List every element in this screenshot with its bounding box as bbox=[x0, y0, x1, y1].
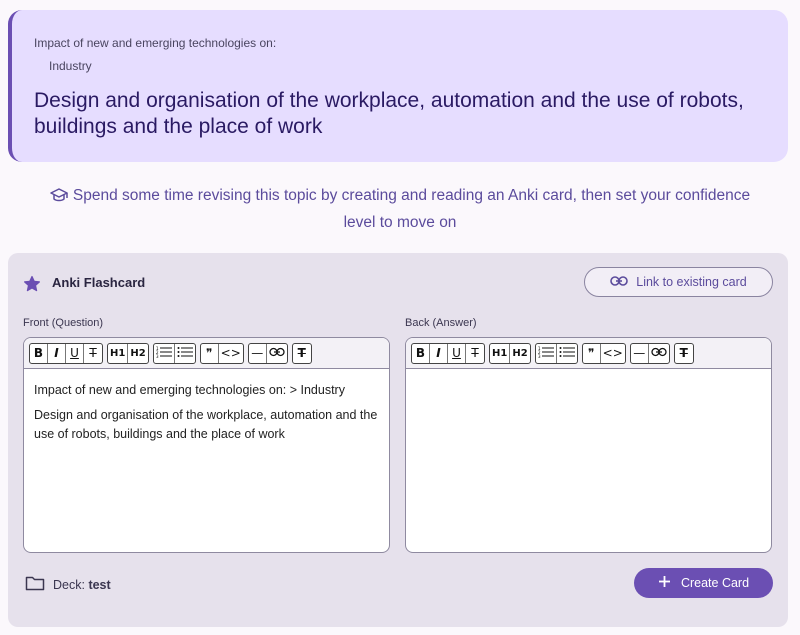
panel-title: Anki Flashcard bbox=[52, 275, 146, 290]
bold-button[interactable]: B bbox=[30, 343, 48, 363]
link-icon bbox=[651, 346, 667, 360]
insert-link-button[interactable] bbox=[267, 344, 287, 363]
back-editor[interactable]: B I U T H1 H2 123 ❞ <> — T bbox=[405, 337, 772, 553]
heading2-button[interactable]: H2 bbox=[510, 344, 529, 363]
clear-format-button[interactable]: T bbox=[675, 344, 693, 363]
bullet-list-button[interactable] bbox=[557, 344, 577, 363]
front-editor[interactable]: B I U T H1 H2 123 ❞ <> — T Impact of new… bbox=[23, 337, 390, 553]
heading2-button[interactable]: H2 bbox=[128, 344, 147, 363]
ordered-list-button[interactable]: 123 bbox=[536, 343, 557, 363]
clear-format-button[interactable]: T bbox=[293, 344, 311, 363]
bold-button[interactable]: B bbox=[412, 343, 430, 363]
svg-text:3: 3 bbox=[156, 354, 159, 358]
deck-label: Deck: bbox=[53, 577, 85, 592]
front-line-2: Design and organisation of the workplace… bbox=[34, 408, 378, 441]
link-icon bbox=[610, 275, 629, 290]
insert-link-button[interactable] bbox=[649, 344, 669, 363]
strikethrough-button[interactable]: T bbox=[84, 344, 102, 363]
back-editor-content[interactable] bbox=[406, 369, 771, 393]
underline-button[interactable]: U bbox=[66, 343, 84, 363]
topic-parent: Impact of new and emerging technologies … bbox=[34, 36, 277, 50]
topic-child: Industry bbox=[49, 59, 92, 73]
back-toolbar: B I U T H1 H2 123 ❞ <> — T bbox=[406, 338, 771, 369]
horizontal-rule-button[interactable]: — bbox=[631, 343, 649, 363]
front-label: Front (Question) bbox=[23, 317, 104, 329]
link-existing-card-button[interactable]: Link to existing card bbox=[584, 267, 773, 297]
link-button-label: Link to existing card bbox=[636, 275, 747, 289]
folder-icon bbox=[25, 575, 45, 594]
create-card-button[interactable]: Create Card bbox=[634, 568, 773, 598]
plus-icon bbox=[658, 575, 671, 591]
deck-info: Deck: test bbox=[25, 575, 111, 594]
create-card-label: Create Card bbox=[680, 576, 750, 590]
code-button[interactable]: <> bbox=[601, 344, 625, 363]
quote-button[interactable]: ❞ bbox=[583, 343, 601, 363]
front-editor-content[interactable]: Impact of new and emerging technologies … bbox=[24, 369, 389, 456]
ordered-list-icon: 123 bbox=[538, 346, 554, 361]
front-toolbar: B I U T H1 H2 123 ❞ <> — T bbox=[24, 338, 389, 369]
ordered-list-icon: 123 bbox=[156, 346, 172, 361]
graduation-cap-icon bbox=[50, 187, 68, 211]
italic-button[interactable]: I bbox=[48, 343, 66, 363]
link-icon bbox=[269, 346, 285, 360]
star-icon bbox=[23, 275, 41, 298]
revision-hint: Spend some time revising this topic by c… bbox=[40, 184, 760, 235]
ordered-list-button[interactable]: 123 bbox=[154, 343, 175, 363]
front-line-1: Impact of new and emerging technologies … bbox=[34, 383, 345, 397]
italic-button[interactable]: I bbox=[430, 343, 448, 363]
strikethrough-button[interactable]: T bbox=[466, 344, 484, 363]
deck-name: test bbox=[88, 577, 111, 592]
horizontal-rule-button[interactable]: — bbox=[249, 343, 267, 363]
back-label: Back (Answer) bbox=[405, 317, 477, 329]
hint-text: Spend some time revising this topic by c… bbox=[72, 187, 751, 231]
heading1-button[interactable]: H1 bbox=[108, 343, 129, 363]
anki-panel: Anki Flashcard Link to existing card Fro… bbox=[8, 253, 788, 627]
bullet-list-button[interactable] bbox=[175, 344, 195, 363]
underline-button[interactable]: U bbox=[448, 343, 466, 363]
bullet-list-icon bbox=[177, 346, 193, 361]
topic-card: Impact of new and emerging technologies … bbox=[8, 10, 788, 162]
bullet-list-icon bbox=[559, 346, 575, 361]
code-button[interactable]: <> bbox=[219, 344, 243, 363]
topic-title: Design and organisation of the workplace… bbox=[34, 89, 744, 138]
heading1-button[interactable]: H1 bbox=[490, 343, 511, 363]
quote-button[interactable]: ❞ bbox=[201, 343, 219, 363]
svg-text:3: 3 bbox=[538, 354, 541, 358]
